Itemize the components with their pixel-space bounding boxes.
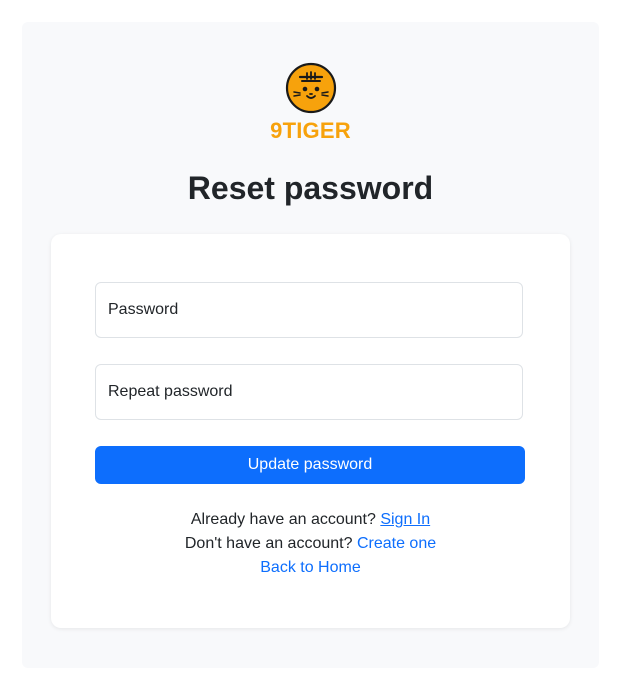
repeat-password-input[interactable] — [96, 365, 522, 419]
create-account-link[interactable]: Create one — [357, 535, 436, 552]
reset-password-card: Update password Already have an account?… — [51, 234, 570, 628]
password-field[interactable] — [95, 282, 523, 338]
signin-link[interactable]: Sign In — [380, 511, 430, 528]
back-to-home-link[interactable]: Back to Home — [260, 559, 360, 576]
password-input[interactable] — [96, 283, 522, 337]
auth-links: Already have an account? Sign In Don't h… — [51, 508, 570, 580]
tiger-face-icon — [285, 62, 336, 114]
update-password-button[interactable]: Update password — [95, 446, 525, 484]
signup-prompt: Don't have an account? — [184, 535, 353, 552]
home-row: Back to Home — [51, 556, 570, 580]
auth-panel: 9TIGER Reset password Update password Al… — [22, 22, 599, 668]
signup-row: Don't have an account? Create one — [51, 532, 570, 556]
page-title: Reset password — [187, 170, 434, 206]
signin-prompt: Already have an account? — [190, 511, 376, 528]
brand-logo[interactable]: 9TIGER — [22, 62, 599, 144]
repeat-password-field[interactable] — [95, 364, 523, 420]
brand-name: 9TIGER — [270, 118, 351, 143]
signin-row: Already have an account? Sign In — [51, 508, 570, 532]
